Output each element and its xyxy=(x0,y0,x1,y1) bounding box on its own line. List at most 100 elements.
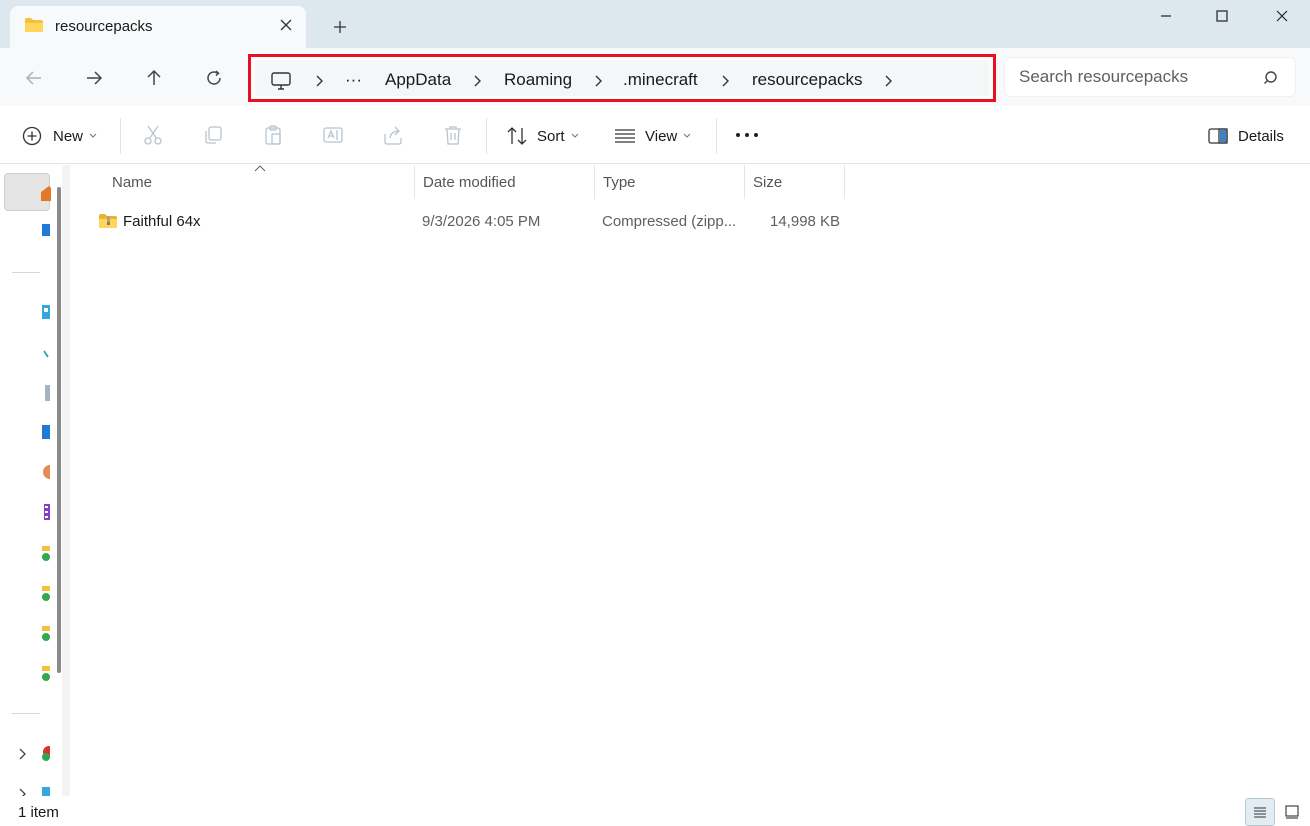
chevron-right-icon[interactable] xyxy=(592,72,606,90)
desktop-icon[interactable] xyxy=(40,304,50,320)
search-icon xyxy=(1264,71,1277,84)
zip-folder-icon xyxy=(99,214,117,228)
copy-icon xyxy=(205,126,222,144)
details-view-icon xyxy=(1254,807,1266,818)
share-icon xyxy=(384,126,402,145)
up-button[interactable] xyxy=(138,62,170,94)
chevron-right-icon[interactable] xyxy=(719,72,733,90)
this-pc-icon[interactable] xyxy=(271,72,291,90)
file-date: 9/3/2026 4:05 PM xyxy=(422,213,541,230)
file-type: Compressed (zipp... xyxy=(602,213,737,230)
forward-button[interactable] xyxy=(78,62,110,94)
plus-circle-icon xyxy=(22,126,42,146)
tab-title: resourcepacks xyxy=(55,18,153,35)
sort-icon xyxy=(507,127,527,145)
breadcrumb-appdata[interactable]: AppData xyxy=(385,70,451,90)
column-header-size[interactable]: Size xyxy=(745,165,845,199)
close-icon xyxy=(280,19,292,31)
paste-button[interactable] xyxy=(260,122,286,148)
documents-icon[interactable] xyxy=(40,385,50,401)
breadcrumb-resourcepacks[interactable]: resourcepacks xyxy=(752,70,863,90)
details-label: Details xyxy=(1238,127,1284,145)
new-tab-button[interactable] xyxy=(328,15,352,39)
command-bar: New Sort View Details xyxy=(0,106,1310,164)
search-input[interactable] xyxy=(1019,66,1259,88)
downloads-icon[interactable] xyxy=(40,347,50,363)
cut-icon xyxy=(144,125,162,145)
cloud-drive-icon[interactable] xyxy=(40,745,50,761)
navigation-pane xyxy=(0,165,70,800)
back-button[interactable] xyxy=(18,62,50,94)
title-bar: resourcepacks xyxy=(0,0,1310,48)
new-button[interactable]: New xyxy=(22,120,97,152)
chevron-down-icon xyxy=(683,133,691,138)
nav-item-home[interactable] xyxy=(4,173,51,211)
maximize-icon xyxy=(1216,10,1228,22)
arrow-left-icon xyxy=(25,71,41,85)
breadcrumb-minecraft[interactable]: .minecraft xyxy=(623,70,698,90)
tiles-view-button[interactable] xyxy=(1277,798,1307,826)
pictures-icon[interactable] xyxy=(40,424,50,440)
folder-icon xyxy=(25,18,43,32)
paste-icon xyxy=(265,125,281,145)
address-row: ··· AppData Roaming .minecraft resourcep… xyxy=(0,48,1310,106)
rename-icon xyxy=(323,127,343,143)
chevron-right-icon[interactable] xyxy=(471,72,485,90)
arrow-right-icon xyxy=(87,71,103,85)
minimize-icon xyxy=(1161,15,1171,17)
expand-chevron-icon[interactable] xyxy=(16,747,30,761)
refresh-button[interactable] xyxy=(198,62,230,94)
sort-label: Sort xyxy=(537,127,565,145)
sort-button[interactable]: Sort xyxy=(506,120,579,152)
file-row[interactable]: Faithful 64x 9/3/2026 4:05 PM Compressed… xyxy=(94,205,846,239)
more-options-button[interactable] xyxy=(734,122,760,148)
view-label: View xyxy=(645,127,678,145)
folder-synced-icon[interactable] xyxy=(40,625,50,641)
address-bar[interactable]: ··· AppData Roaming .minecraft resourcep… xyxy=(248,54,996,102)
refresh-icon xyxy=(207,70,221,85)
new-label: New xyxy=(53,127,84,145)
item-count: 1 item xyxy=(18,804,59,821)
folder-synced-icon[interactable] xyxy=(40,665,50,681)
details-pane-button[interactable]: Details xyxy=(1208,120,1284,152)
home-icon xyxy=(41,186,51,201)
delete-button[interactable] xyxy=(440,122,466,148)
breadcrumb-roaming[interactable]: Roaming xyxy=(504,70,572,90)
file-size: 14,998 KB xyxy=(770,213,841,230)
arrow-up-icon xyxy=(147,69,161,85)
details-view-button[interactable] xyxy=(1245,798,1275,826)
tab-resourcepacks[interactable]: resourcepacks xyxy=(10,6,306,48)
view-button[interactable]: View xyxy=(614,120,691,152)
details-pane-icon xyxy=(1208,128,1228,144)
file-list: Name Date modified Type Size Faithful 64… xyxy=(70,165,1310,796)
tiles-view-icon xyxy=(1285,805,1299,819)
videos-icon[interactable] xyxy=(40,504,50,520)
share-button[interactable] xyxy=(380,122,406,148)
nav-scrollbar[interactable] xyxy=(57,187,61,673)
close-window-button[interactable] xyxy=(1254,0,1310,32)
music-icon[interactable] xyxy=(40,464,50,480)
rename-button[interactable] xyxy=(320,122,346,148)
close-tab-button[interactable] xyxy=(274,13,298,37)
chevron-down-icon xyxy=(571,133,578,138)
gallery-icon[interactable] xyxy=(40,222,50,238)
column-header-type[interactable]: Type xyxy=(595,165,745,199)
column-header-date-modified[interactable]: Date modified xyxy=(415,165,595,199)
status-bar: 1 item xyxy=(0,796,1310,826)
copy-button[interactable] xyxy=(200,122,226,148)
chevron-right-icon[interactable] xyxy=(882,72,896,90)
maximize-button[interactable] xyxy=(1194,0,1250,32)
column-header-name[interactable]: Name xyxy=(104,165,415,199)
breadcrumb-overflow[interactable]: ··· xyxy=(345,70,362,90)
minimize-button[interactable] xyxy=(1138,0,1194,32)
cut-button[interactable] xyxy=(140,122,166,148)
close-icon xyxy=(1276,10,1288,22)
search-box[interactable] xyxy=(1004,57,1296,97)
folder-synced-icon[interactable] xyxy=(40,585,50,601)
folder-synced-icon[interactable] xyxy=(40,545,50,561)
file-name[interactable]: Faithful 64x xyxy=(123,213,201,230)
plus-icon xyxy=(334,21,346,33)
view-icon xyxy=(615,129,635,143)
chevron-right-icon[interactable] xyxy=(313,72,327,90)
more-icon xyxy=(736,133,758,137)
